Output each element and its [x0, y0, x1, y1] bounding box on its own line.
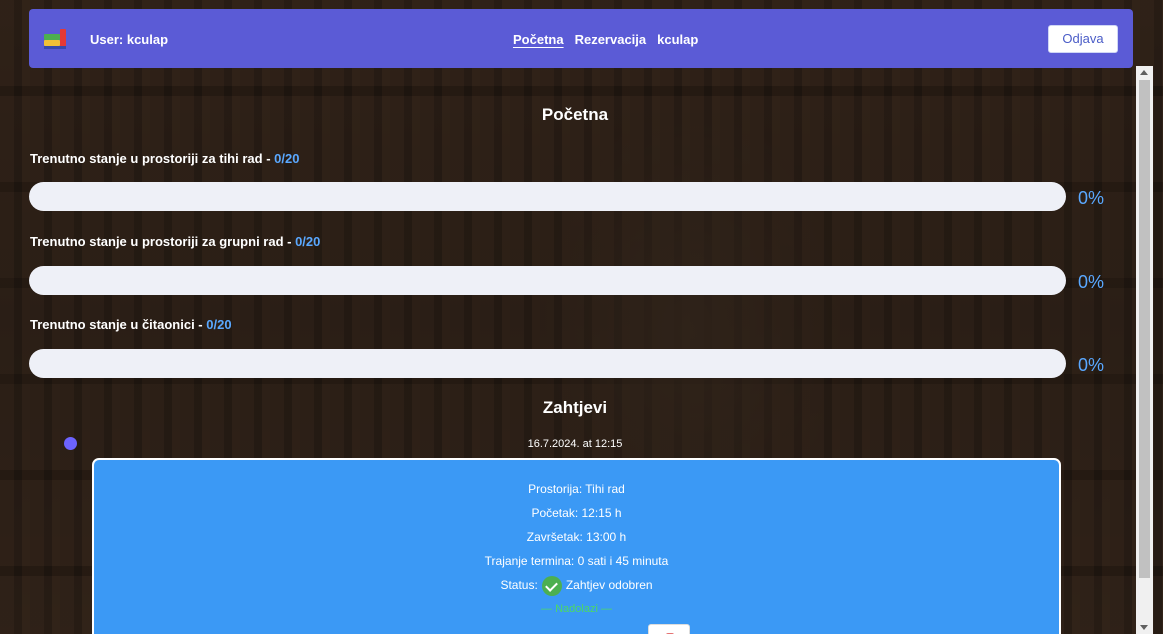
- nav-link-pocetna[interactable]: Početna: [513, 32, 564, 47]
- check-circle-icon: [541, 576, 562, 596]
- request-duration: Trajanje termina: 0 sati i 45 minuta: [484, 554, 669, 568]
- nav-link-rezervacija[interactable]: Rezervacija: [575, 32, 647, 47]
- room-percent: 0%: [1078, 188, 1105, 208]
- room-status-label: Trenutno stanje u prostoriji za tihi rad…: [30, 151, 299, 166]
- requests-title: Zahtjevi: [542, 398, 608, 417]
- cancel-request-button[interactable]: [648, 624, 690, 634]
- request-end: Završetak: 13:00 h: [526, 530, 627, 544]
- request-card: Prostorija: Tihi rad Početak: 12:15 h Za…: [92, 458, 1061, 634]
- status-text: Zahtjev odobren: [565, 578, 653, 593]
- request-place: — Nadolazi —: [541, 603, 612, 615]
- scroll-thumb[interactable]: [1139, 80, 1150, 578]
- room-count: 0/20: [295, 234, 321, 249]
- room-progress-bar: [29, 182, 1066, 211]
- room-progress-bar: [29, 266, 1066, 295]
- room-percent: 0%: [1078, 355, 1105, 375]
- room-status-text: Trenutno stanje u prostoriji za grupni r…: [30, 234, 296, 249]
- room-status-text: Trenutno stanje u čitaonici -: [30, 317, 207, 332]
- request-date: 16.7.2024. at 12:15: [527, 438, 623, 450]
- scroll-down-arrow-icon[interactable]: [1140, 625, 1148, 630]
- page-title: Početna: [541, 105, 609, 124]
- room-status-label: Trenutno stanje u čitaonici - 0/20: [30, 317, 232, 332]
- scroll-up-arrow-icon[interactable]: [1140, 70, 1148, 75]
- scrollbar[interactable]: [1136, 66, 1153, 634]
- room-count: 0/20: [206, 317, 232, 332]
- nav-link-profile[interactable]: kculap: [657, 32, 698, 47]
- room-progress-bar: [29, 349, 1066, 378]
- room-status-label: Trenutno stanje u prostoriji za grupni r…: [30, 234, 320, 249]
- room-status-text: Trenutno stanje u prostoriji za tihi rad…: [30, 151, 275, 166]
- logout-button[interactable]: Odjava: [1048, 25, 1118, 53]
- user-label: User: kculap: [90, 32, 169, 47]
- room-percent: 0%: [1078, 272, 1105, 292]
- request-start: Početak: 12:15 h: [531, 506, 622, 520]
- books-logo-icon[interactable]: [42, 27, 70, 51]
- request-status: Status: Zahtjev odobren: [94, 576, 1059, 596]
- request-room: Prostorija: Tihi rad: [528, 482, 625, 496]
- status-label: Status:: [500, 578, 538, 593]
- nav-links: Početna Rezervacija kculap: [513, 32, 698, 47]
- top-navbar: User: kculap Početna Rezervacija kculap …: [29, 9, 1133, 68]
- room-count: 0/20: [274, 151, 300, 166]
